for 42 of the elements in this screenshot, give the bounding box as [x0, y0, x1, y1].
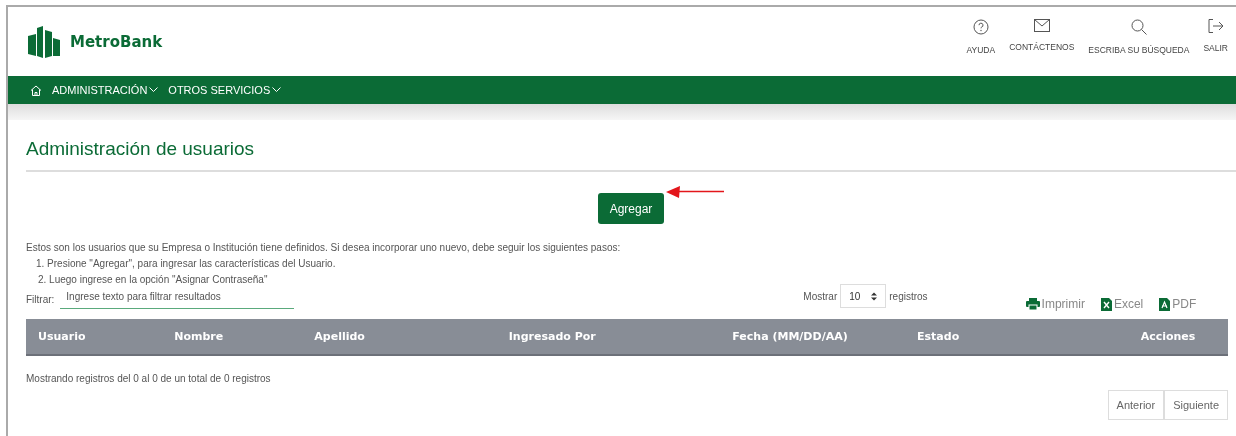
bank-logo-icon — [26, 25, 62, 58]
export-link[interactable]: Excel — [1100, 297, 1144, 311]
mail-icon — [1033, 19, 1050, 32]
brand-name: MetroBank — [70, 32, 163, 51]
records-summary: Mostrando registros del 0 al 0 de un total de 0 registros — [26, 373, 272, 384]
spinner-arrows-icon — [871, 291, 878, 301]
page-title: Administración de usuarios — [26, 138, 1236, 172]
filter-label: Filtrar: — [26, 293, 55, 305]
top-link[interactable]: AYUDA — [966, 19, 996, 55]
arrow-annotation — [666, 185, 724, 199]
pagination-button[interactable]: Anterior — [1107, 390, 1165, 420]
show-label: Mostrar — [803, 290, 838, 302]
top-link[interactable]: SALIR — [1203, 19, 1228, 55]
column-header[interactable]: Fecha (MM/DD/AA) — [720, 330, 906, 343]
caret-icon — [149, 87, 159, 93]
column-header[interactable]: Usuario — [26, 330, 163, 343]
export-link[interactable]: PDF — [1159, 297, 1197, 311]
step-text: 2. Luego ingrese en la opción "Asignar Contraseña" — [37, 274, 269, 285]
step-text: 1. Presione "Agregar", para ingresar las características del Usuario. — [35, 258, 337, 269]
caret-icon — [272, 87, 282, 93]
column-header[interactable]: Acciones — [1060, 330, 1228, 343]
page-size-select[interactable]: 10 — [840, 284, 887, 308]
records-label: registros — [889, 290, 928, 302]
exit-icon — [1207, 19, 1224, 33]
home-icon[interactable] — [30, 84, 42, 96]
help-icon — [972, 19, 989, 35]
filter-field[interactable]: Ingrese texto para filtrar resultados — [60, 289, 295, 309]
printer-icon — [1025, 298, 1040, 310]
export-link[interactable]: Imprimir — [1025, 297, 1085, 311]
nav-menu-item[interactable]: ADMINISTRACIÓN — [52, 84, 159, 96]
add-button[interactable]: Agregar — [598, 193, 664, 224]
top-link[interactable]: CONTÁCTENOS — [1009, 19, 1075, 55]
intro-text: Estos son los usuarios que su Empresa o Institución tiene definidos. Si desea incorporar uno nuevo, debe seguir los siguientes pasos: — [26, 242, 622, 253]
column-header[interactable]: Apellido — [302, 330, 497, 343]
column-header[interactable]: Ingresado Por — [496, 330, 721, 343]
column-header[interactable]: Nombre — [162, 330, 303, 343]
pagination-button[interactable]: Siguiente — [1164, 390, 1228, 420]
excel-file-icon — [1100, 297, 1112, 311]
column-header[interactable]: Estado — [905, 330, 1061, 343]
top-link[interactable]: ESCRIBA SU BÚSQUEDA — [1088, 19, 1190, 55]
search-icon — [1130, 19, 1147, 35]
nav-menu-item[interactable]: OTROS SERVICIOS — [168, 84, 282, 96]
